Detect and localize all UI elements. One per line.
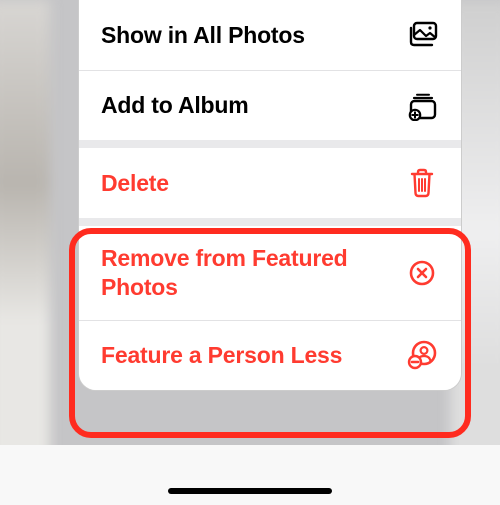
menu-item-remove-from-featured[interactable]: Remove from Featured Photos [79,226,461,320]
menu-item-label: Feature a Person Less [101,341,342,370]
home-indicator[interactable] [168,488,332,494]
menu-item-label: Add to Album [101,91,249,120]
menu-group-3: Remove from Featured Photos Feature a Pe… [79,218,461,390]
menu-item-label: Delete [101,169,169,198]
menu-item-label: Remove from Featured Photos [101,244,405,302]
menu-item-label: Show in All Photos [101,21,305,50]
person-minus-icon [405,340,439,370]
bottom-safe-area [0,445,500,505]
menu-group-2: Delete [79,140,461,218]
x-circle-icon [405,258,439,288]
trash-icon [405,168,439,198]
album-add-icon [405,91,439,121]
blurred-background-left [0,0,50,460]
photo-rect-icon [405,20,439,50]
context-menu-sheet: Show in All Photos Add to Album [78,0,462,391]
menu-group-1: Show in All Photos Add to Album [79,0,461,140]
menu-item-delete[interactable]: Delete [79,148,461,218]
menu-item-add-to-album[interactable]: Add to Album [79,70,461,140]
menu-item-feature-person-less[interactable]: Feature a Person Less [79,320,461,390]
menu-item-show-in-all-photos[interactable]: Show in All Photos [79,0,461,70]
